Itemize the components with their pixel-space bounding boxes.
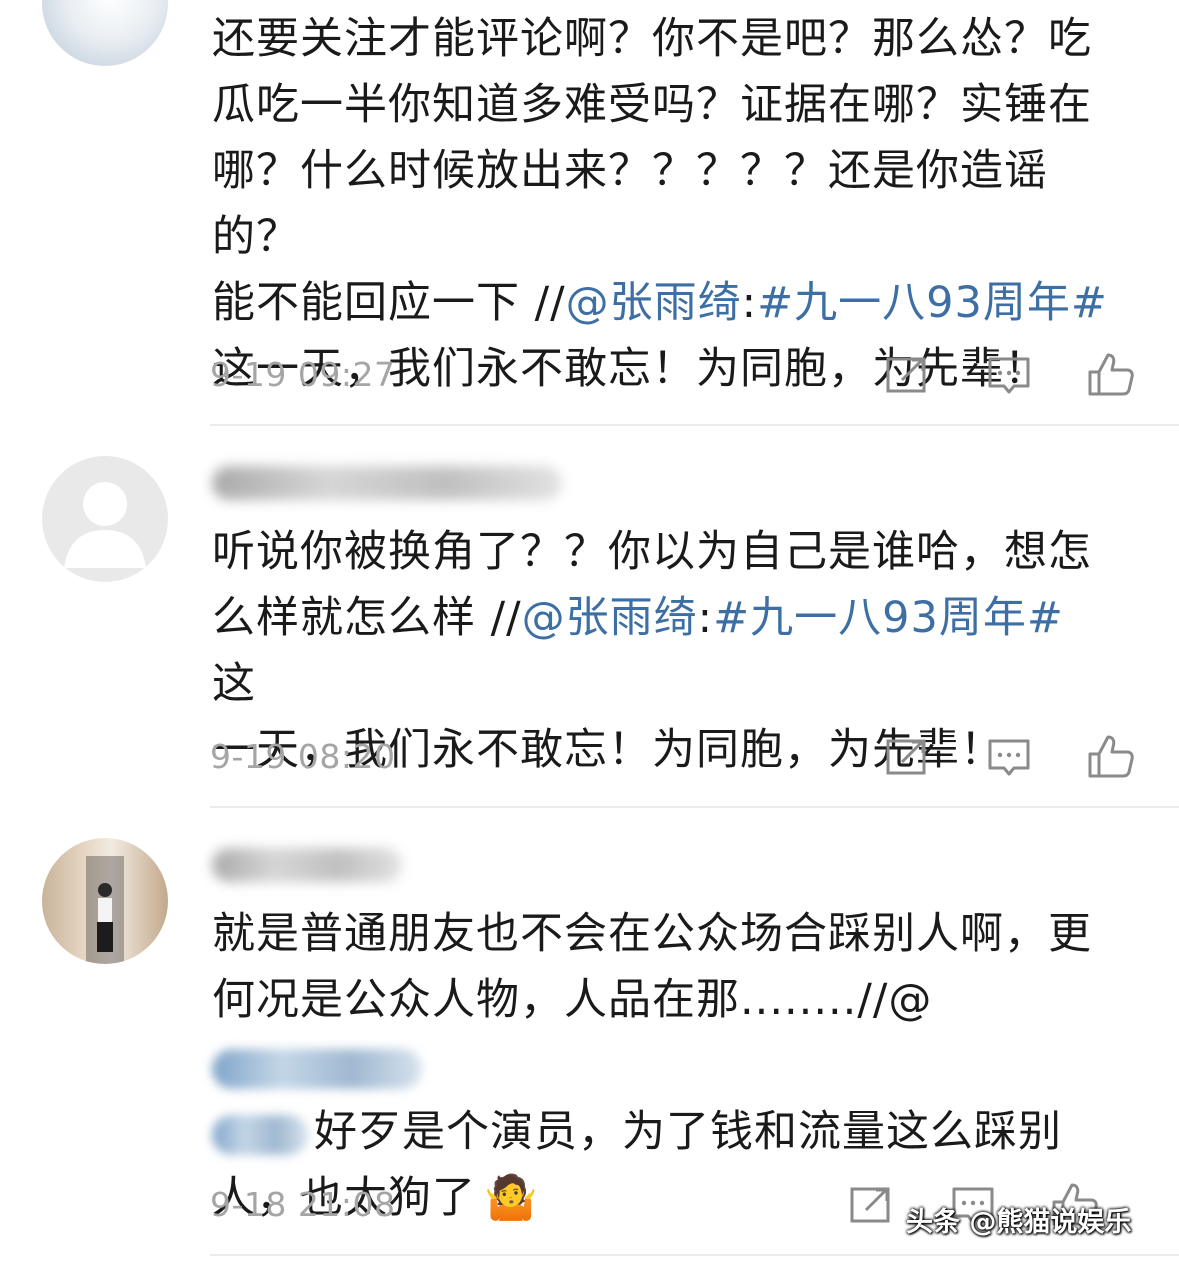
comment-text-line: 能不能回应一下 //@张雨绮:#九一八93周年# bbox=[212, 270, 1112, 336]
like-button[interactable] bbox=[1086, 732, 1136, 782]
share-icon bbox=[850, 1187, 890, 1223]
share-button[interactable] bbox=[882, 732, 932, 782]
username-blurred bbox=[212, 848, 402, 882]
comment-text-line: 还要关注才能评论啊？你不是吧？那么怂？吃 bbox=[212, 14, 1092, 64]
comment-timestamp: 9-18 21:08 bbox=[210, 1185, 396, 1224]
comment-button[interactable] bbox=[984, 732, 1034, 782]
share-button[interactable] bbox=[846, 1180, 896, 1230]
divider bbox=[210, 806, 1179, 808]
comment-text-segment: 么样就怎么样 // bbox=[212, 593, 522, 643]
avatar-photo bbox=[86, 856, 124, 964]
comment-button[interactable] bbox=[984, 350, 1034, 400]
mention-link-blurred[interactable] bbox=[212, 1114, 308, 1155]
hashtag-link[interactable]: #九一八93周年# bbox=[757, 278, 1108, 328]
divider bbox=[210, 1254, 1179, 1256]
comment-text-line: 哪？什么时候放出来？？？？？还是你造谣的？ bbox=[212, 146, 1048, 262]
hashtag-link[interactable]: #九一八93周年# bbox=[713, 593, 1064, 643]
mention-colon: : bbox=[697, 593, 714, 643]
comment-text-segment: 好歹是个演员，为了钱和流量这么踩别 bbox=[314, 1107, 1062, 1157]
avatar[interactable] bbox=[42, 456, 168, 582]
avatar[interactable] bbox=[42, 0, 168, 66]
mention-link-blurred[interactable] bbox=[212, 1048, 422, 1089]
watermark: 头条 @熊猫说娱乐 bbox=[906, 1207, 1132, 1238]
comment-actions bbox=[882, 732, 1142, 782]
comment-timestamp: 9-19 09:27 bbox=[210, 355, 396, 394]
comment-text-segment: 这 bbox=[212, 659, 256, 709]
comment-text: 还要关注才能评论啊？你不是吧？那么怂？吃 瓜吃一半你知道多难受吗？证据在哪？实锤… bbox=[212, 6, 1112, 402]
username-blurred bbox=[212, 466, 562, 500]
comment-text-line: 听说你被换角了？？你以为自己是谁哈，想怎 bbox=[212, 527, 1092, 577]
like-icon bbox=[1088, 353, 1134, 396]
comment-text-segment: 能不能回应一下 // bbox=[212, 278, 566, 328]
comment-text-line: 瓜吃一半你知道多难受吗？证据在哪？实锤在 bbox=[212, 80, 1092, 130]
share-icon bbox=[886, 357, 926, 393]
divider bbox=[210, 424, 1179, 426]
shrug-emoji: 🤷 bbox=[484, 1173, 539, 1223]
avatar[interactable] bbox=[42, 838, 168, 964]
comment-timestamp: 9-19 08:20 bbox=[210, 737, 396, 776]
share-icon bbox=[886, 739, 926, 775]
comment-icon bbox=[988, 357, 1030, 394]
comment-icon bbox=[988, 739, 1030, 776]
comment-actions bbox=[882, 350, 1142, 400]
share-button[interactable] bbox=[882, 350, 932, 400]
mention-colon: : bbox=[741, 278, 758, 328]
comment-text-line: 就是普通朋友也不会在公众场合踩别人啊，更 bbox=[212, 909, 1092, 959]
comment-text-line: 好歹是个演员，为了钱和流量这么踩别 bbox=[212, 1099, 1112, 1165]
comment-text-line: 么样就怎么样 //@张雨绮:#九一八93周年# 这 bbox=[212, 585, 1112, 717]
like-icon bbox=[1088, 735, 1134, 778]
default-avatar-icon bbox=[64, 482, 146, 568]
comment-text-line: 何况是公众人物，人品在那........//@ bbox=[212, 967, 1112, 1099]
mention-link[interactable]: @张雨绮 bbox=[566, 278, 742, 328]
mention-link[interactable]: @张雨绮 bbox=[522, 593, 698, 643]
like-button[interactable] bbox=[1086, 350, 1136, 400]
comment-text-segment: 何况是公众人物，人品在那........//@ bbox=[212, 975, 933, 1025]
